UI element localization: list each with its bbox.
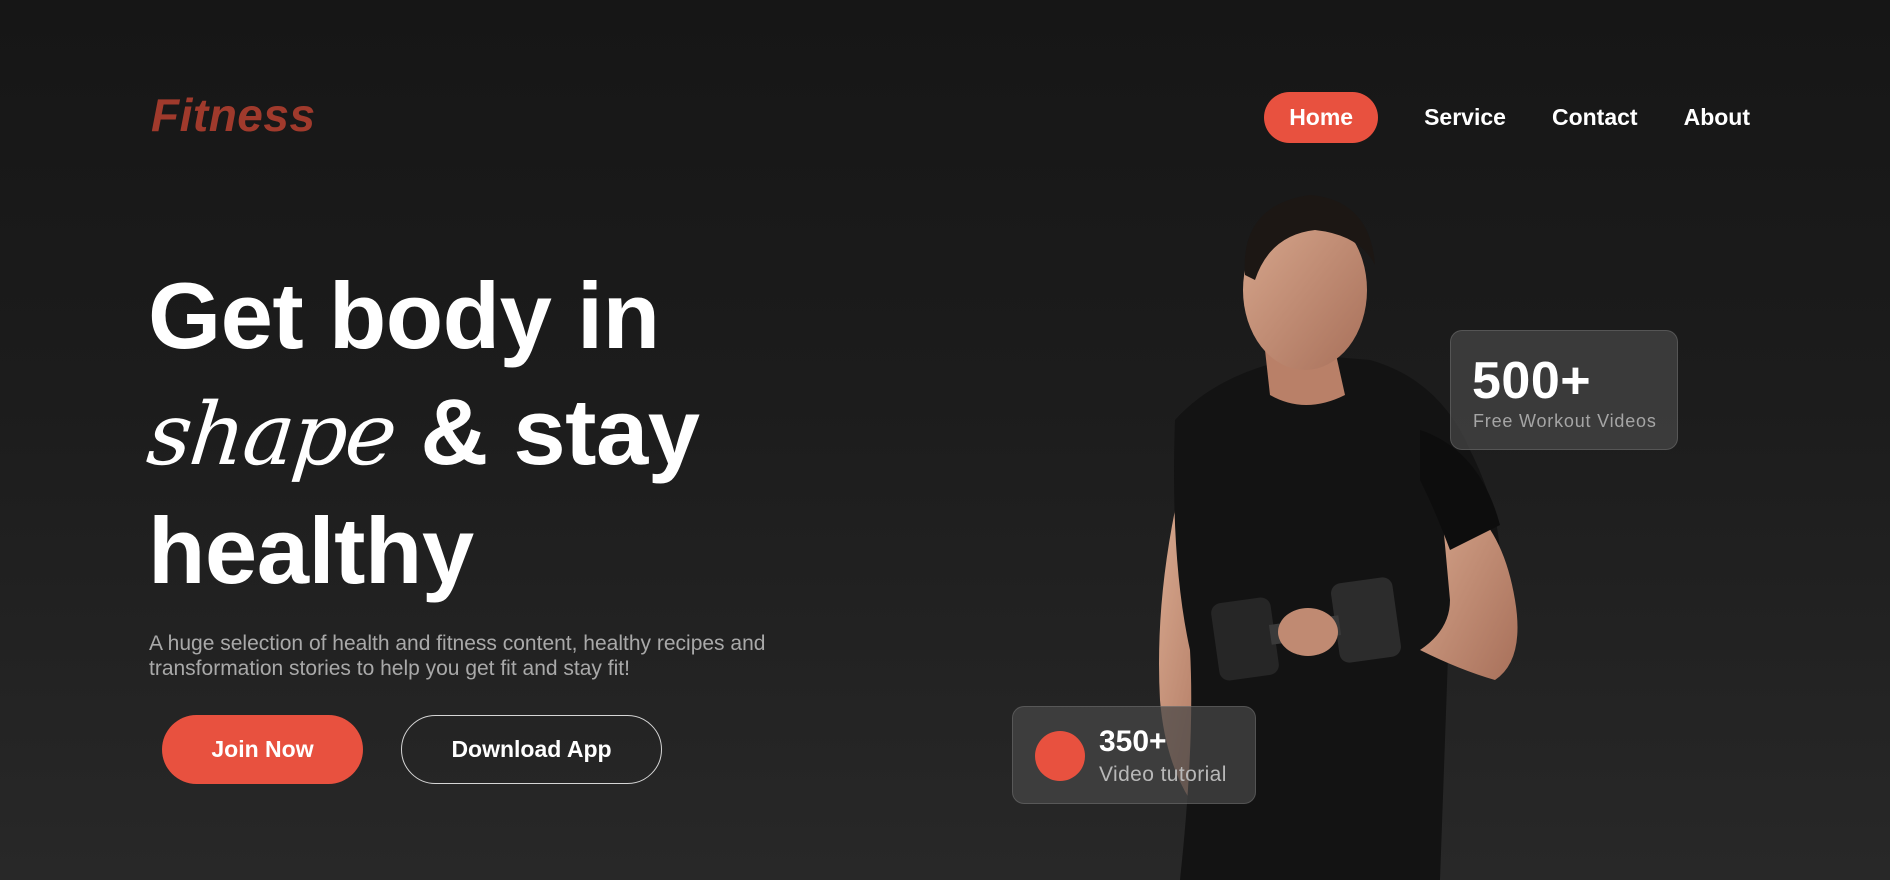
- join-now-button[interactable]: Join Now: [162, 715, 363, 784]
- stat-tutorials-label: Video tutorial: [1099, 763, 1227, 786]
- stat-card-videos: 500+ Free Workout Videos: [1450, 330, 1678, 450]
- stat-videos-value: 500+: [1472, 352, 1592, 410]
- headline-line3: healthy: [148, 498, 474, 603]
- logo[interactable]: Fitness: [151, 88, 316, 142]
- nav-about[interactable]: About: [1684, 104, 1750, 131]
- headline-line2: & stay: [420, 379, 700, 484]
- hero-headline: Get body in shape & stay healthy: [143, 258, 700, 609]
- record-dot-icon: [1035, 731, 1085, 781]
- stat-tutorials-value: 350+: [1099, 725, 1167, 758]
- download-app-button[interactable]: Download App: [401, 715, 662, 784]
- headline-script-word: shape: [142, 385, 401, 485]
- headline-line1: Get body in: [148, 263, 660, 368]
- stat-card-tutorials: 350+ Video tutorial: [1012, 706, 1256, 804]
- nav-service[interactable]: Service: [1424, 104, 1506, 131]
- main-nav: Home Service Contact About: [1264, 92, 1750, 143]
- hero-subtitle: A huge selection of health and fitness c…: [149, 632, 766, 680]
- nav-home[interactable]: Home: [1264, 92, 1379, 143]
- stat-videos-label: Free Workout Videos: [1473, 411, 1657, 431]
- nav-contact[interactable]: Contact: [1552, 104, 1638, 131]
